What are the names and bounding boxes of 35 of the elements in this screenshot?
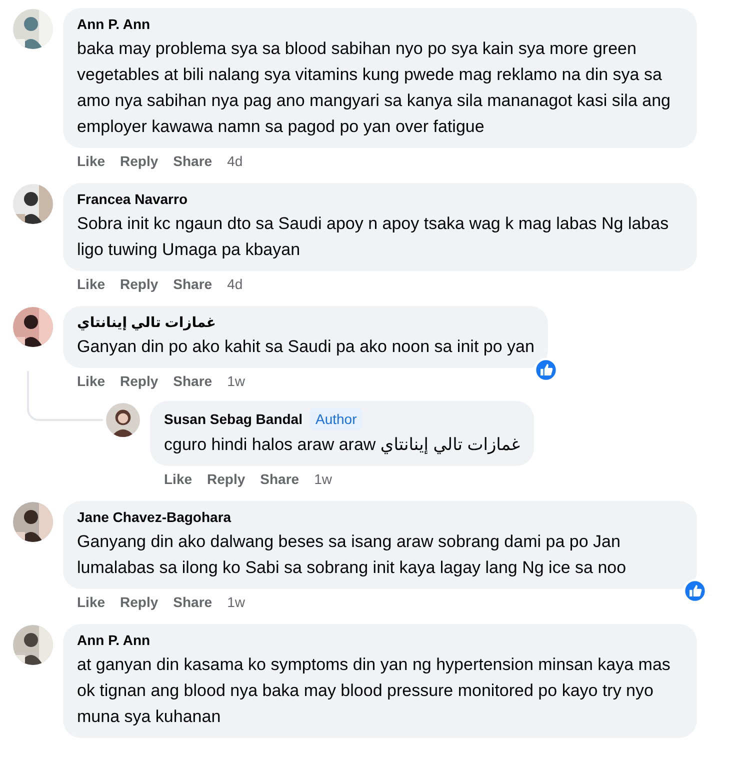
comment-text: at ganyan din kasama ko symptoms din yan ng hypertension minsan kaya mas ok tignan ang blood nya baka may blood pressure monitored po kayo try nyo muna sya kuhanan [77, 654, 672, 728]
like-reaction-icon [683, 579, 707, 603]
comment-action-link[interactable]: Like [164, 469, 192, 489]
comment-action-link[interactable]: Like [77, 592, 106, 612]
comment-action-link[interactable]: Reply [120, 151, 158, 171]
comment-text: Ganyang din ako dalwang beses sa isang araw sobrang dami pa po Jan lumalabas sa ilong ko Sabi sa sobrang init kaya lagay lang Ng ice sa noo [77, 531, 628, 579]
comment-time[interactable]: 4d [227, 153, 243, 169]
comment-action-link[interactable]: Share [173, 151, 212, 171]
comment-text: Sobra init kc ngaun dto sa Saudi apoy n apoy tsaka wag k mag labas Ng labas ligo tuwing Umaga pa kbayan [77, 213, 670, 261]
comment-text: cguro hindi halos araw araw غمازات تالي إينانتاي [164, 434, 520, 456]
comment-time[interactable]: 1w [227, 594, 245, 610]
comment-action-link[interactable]: Like [77, 151, 106, 171]
comment-text: Ganyan din po ako kahit sa Saudi pa ako noon sa init po yan [77, 336, 534, 358]
author-badge: Author [310, 408, 362, 430]
comment-action-link[interactable]: Reply [207, 469, 246, 489]
author-name[interactable]: Ann P. Ann [77, 15, 150, 34]
comment-time[interactable]: 1w [227, 373, 245, 389]
author-name[interactable]: Ann P. Ann [77, 631, 150, 650]
comment-time[interactable]: 1w [314, 471, 332, 487]
comment-action-link[interactable]: Share [173, 592, 212, 612]
comment-action-link[interactable]: Share [173, 371, 212, 391]
author-name[interactable]: Francea Navarro [77, 190, 188, 209]
comment-action-link[interactable]: Like [77, 274, 106, 294]
comment-action-link[interactable]: Reply [120, 371, 158, 391]
comment-action-link[interactable]: Reply [120, 592, 158, 612]
comment-action-link[interactable]: Like [77, 371, 106, 391]
comment-text: baka may problema sya sa blood sabihan nyo po sya kain sya more green vegetables at bili nalang sya vitamins kung pwede mag reklamo na din sya sa amo nya sabihan nya pag ano mangyari sa kanya sila mananagot kasi sila ang employer kawawa namn sa pagod po yan over fatigue [77, 38, 672, 138]
author-name[interactable]: Susan Sebag Bandal [164, 410, 302, 428]
comment-action-link[interactable]: Share [173, 274, 212, 294]
author-name[interactable]: Jane Chavez-Bagohara [77, 508, 232, 527]
comment-time[interactable]: 4d [227, 276, 243, 292]
comment-action-link[interactable]: Share [260, 469, 300, 489]
like-reaction-icon [534, 358, 558, 382]
comment-action-link[interactable]: Reply [120, 274, 158, 294]
author-name[interactable]: غمازات تالي إينانتاي [77, 313, 216, 332]
